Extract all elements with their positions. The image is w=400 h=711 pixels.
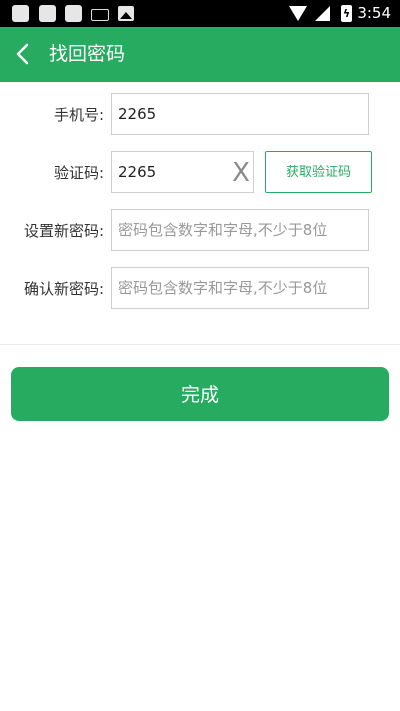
- notification-icon: [12, 5, 29, 22]
- confirm-password-input[interactable]: [112, 268, 368, 308]
- code-input-box: X: [111, 151, 254, 193]
- phone-input-box: [111, 93, 369, 135]
- status-time: 3:54: [357, 4, 391, 22]
- wifi-icon: [289, 6, 307, 21]
- phone-input[interactable]: [112, 94, 368, 134]
- signal-icon: [315, 6, 330, 21]
- app-bar: 找回密码: [0, 27, 400, 82]
- submit-button[interactable]: 完成: [11, 367, 389, 421]
- new-password-row: 设置新密码:: [0, 209, 400, 253]
- keyboard-icon: [91, 9, 109, 21]
- image-icon: [118, 6, 134, 21]
- chevron-left-icon[interactable]: [10, 40, 38, 68]
- page-title: 找回密码: [49, 43, 126, 65]
- phone-label: 手机号:: [53, 106, 104, 124]
- phone-row: 手机号:: [0, 93, 400, 137]
- get-code-button[interactable]: 获取验证码: [265, 151, 372, 193]
- confirm-password-row: 确认新密码:: [0, 267, 400, 311]
- battery-charging-icon: ϟ: [341, 5, 352, 22]
- new-password-label: 设置新密码:: [23, 222, 104, 240]
- confirm-password-input-box: [111, 267, 369, 309]
- status-bar: ϟ 3:54: [0, 0, 400, 27]
- notification-icon: [65, 5, 82, 22]
- new-password-input-box: [111, 209, 369, 251]
- code-label: 验证码:: [53, 164, 104, 182]
- notification-icon: [39, 5, 56, 22]
- confirm-password-label: 确认新密码:: [23, 280, 104, 298]
- clear-icon[interactable]: X: [231, 158, 251, 188]
- new-password-input[interactable]: [112, 210, 368, 250]
- divider: [0, 344, 400, 345]
- code-row: 验证码: X 获取验证码: [0, 151, 400, 195]
